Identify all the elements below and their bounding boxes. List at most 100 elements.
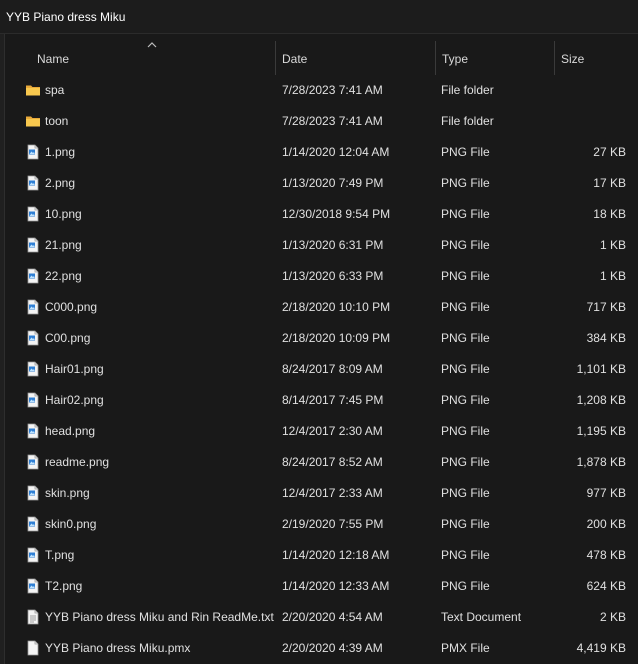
column-header-name[interactable]: Name <box>5 41 275 75</box>
column-header-size-label: Size <box>561 52 585 66</box>
folder-row[interactable]: spa 7/28/2023 7:41 AM File folder <box>0 75 638 106</box>
image-file-icon <box>25 361 41 377</box>
file-row[interactable]: skin.png 12/4/2017 2:33 AM PNG File 977 KB <box>0 478 638 509</box>
column-header-date-label: Date <box>282 52 308 66</box>
file-type: File folder <box>441 114 494 128</box>
file-size: 624 KB <box>586 579 626 593</box>
file-date-modified: 2/20/2020 4:39 AM <box>282 641 383 655</box>
column-header-name-label: Name <box>37 52 70 66</box>
file-date-modified: 1/14/2020 12:33 AM <box>282 579 390 593</box>
file-type: PNG File <box>441 300 490 314</box>
column-header-type-label: Type <box>442 52 469 66</box>
file-date-modified: 8/24/2017 8:09 AM <box>282 362 383 376</box>
file-type: PNG File <box>441 486 490 500</box>
column-header-date[interactable]: Date <box>275 41 435 75</box>
file-date-modified: 1/14/2020 12:18 AM <box>282 548 390 562</box>
file-date-modified: 8/14/2017 7:45 PM <box>282 393 384 407</box>
file-type: PNG File <box>441 455 490 469</box>
file-date-modified: 1/14/2020 12:04 AM <box>282 145 390 159</box>
column-header-size[interactable]: Size <box>554 41 638 75</box>
file-name: C00.png <box>45 331 91 345</box>
image-file-icon <box>25 206 41 222</box>
file-date-modified: 2/19/2020 7:55 PM <box>282 517 384 531</box>
folder-icon <box>25 113 41 129</box>
file-row[interactable]: C00.png 2/18/2020 10:09 PM PNG File 384 KB <box>0 323 638 354</box>
file-date-modified: 1/13/2020 6:31 PM <box>282 238 384 252</box>
folder-row[interactable]: toon 7/28/2023 7:41 AM File folder <box>0 106 638 137</box>
file-row[interactable]: YYB Piano dress Miku and Rin ReadMe.txt 2… <box>0 602 638 633</box>
image-file-icon <box>25 485 41 501</box>
file-row[interactable]: readme.png 8/24/2017 8:52 AM PNG File 1,878… <box>0 447 638 478</box>
file-row[interactable]: skin0.png 2/19/2020 7:55 PM PNG File 200 KB <box>0 509 638 540</box>
file-name: head.png <box>45 424 96 438</box>
file-row[interactable]: 21.png 1/13/2020 6:31 PM PNG File 1 KB <box>0 230 638 261</box>
file-name: T.png <box>45 548 75 562</box>
file-type: PNG File <box>441 393 490 407</box>
file-size: 1,208 KB <box>576 393 626 407</box>
file-size: 1 KB <box>599 269 626 283</box>
image-file-icon <box>25 175 41 191</box>
image-file-icon <box>25 299 41 315</box>
file-row[interactable]: C000.png 2/18/2020 10:10 PM PNG File 717 KB <box>0 292 638 323</box>
file-type: PNG File <box>441 207 490 221</box>
file-name: skin0.png <box>45 517 97 531</box>
file-row[interactable]: T.png 1/14/2020 12:18 AM PNG File 478 KB <box>0 540 638 571</box>
image-file-icon <box>25 578 41 594</box>
file-name: YYB Piano dress Miku and Rin ReadMe.txt <box>45 610 274 624</box>
column-header-type[interactable]: Type <box>435 41 554 75</box>
file-name: 2.png <box>45 176 76 190</box>
file-type: PNG File <box>441 145 490 159</box>
file-size: 18 KB <box>593 207 626 221</box>
file-row[interactable]: 10.png 12/30/2018 9:54 PM PNG File 18 KB <box>0 199 638 230</box>
file-name: 10.png <box>45 207 82 221</box>
title-bar: YYB Piano dress Miku <box>0 0 638 34</box>
file-date-modified: 12/4/2017 2:33 AM <box>282 486 383 500</box>
file-name: 21.png <box>45 238 82 252</box>
file-size: 1,195 KB <box>576 424 626 438</box>
file-name: skin.png <box>45 486 90 500</box>
file-name: C000.png <box>45 300 98 314</box>
file-type: PNG File <box>441 548 490 562</box>
file-type: PNG File <box>441 176 490 190</box>
file-type: PNG File <box>441 331 490 345</box>
file-name: YYB Piano dress Miku.pmx <box>45 641 191 655</box>
column-header-bar: Name Date Type Size <box>5 41 638 75</box>
file-date-modified: 2/20/2020 4:54 AM <box>282 610 383 624</box>
file-date-modified: 7/28/2023 7:41 AM <box>282 114 383 128</box>
file-size: 1 KB <box>599 238 626 252</box>
file-row[interactable]: Hair01.png 8/24/2017 8:09 AM PNG File 1,101… <box>0 354 638 385</box>
file-date-modified: 12/30/2018 9:54 PM <box>282 207 391 221</box>
sort-ascending-icon <box>147 42 157 48</box>
file-name: T2.png <box>45 579 83 593</box>
file-name: readme.png <box>45 455 110 469</box>
file-row[interactable]: 22.png 1/13/2020 6:33 PM PNG File 1 KB <box>0 261 638 292</box>
image-file-icon <box>25 547 41 563</box>
text-file-icon <box>25 609 41 625</box>
file-row[interactable]: head.png 12/4/2017 2:30 AM PNG File 1,195 K… <box>0 416 638 447</box>
file-row[interactable]: 1.png 1/14/2020 12:04 AM PNG File 27 KB <box>0 137 638 168</box>
file-row[interactable]: YYB Piano dress Miku.pmx 2/20/2020 4:39 A… <box>0 633 638 664</box>
file-date-modified: 1/13/2020 7:49 PM <box>282 176 384 190</box>
file-date-modified: 2/18/2020 10:09 PM <box>282 331 391 345</box>
file-row[interactable]: 2.png 1/13/2020 7:49 PM PNG File 17 KB <box>0 168 638 199</box>
file-type: PNG File <box>441 424 490 438</box>
file-row[interactable]: T2.png 1/14/2020 12:33 AM PNG File 624 KB <box>0 571 638 602</box>
file-size: 1,878 KB <box>576 455 626 469</box>
file-date-modified: 2/18/2020 10:10 PM <box>282 300 391 314</box>
file-size: 4,419 KB <box>576 641 626 655</box>
image-file-icon <box>25 237 41 253</box>
image-file-icon <box>25 268 41 284</box>
file-type: PNG File <box>441 362 490 376</box>
file-type: PNG File <box>441 238 490 252</box>
file-date-modified: 8/24/2017 8:52 AM <box>282 455 383 469</box>
file-type: PNG File <box>441 269 490 283</box>
image-file-icon <box>25 330 41 346</box>
file-type: File folder <box>441 83 494 97</box>
file-size: 977 KB <box>586 486 626 500</box>
file-row[interactable]: Hair02.png 8/14/2017 7:45 PM PNG File 1,208… <box>0 385 638 416</box>
file-type: PNG File <box>441 579 490 593</box>
image-file-icon <box>25 144 41 160</box>
file-type: Text Document <box>441 610 522 624</box>
file-size: 478 KB <box>586 548 626 562</box>
file-name: spa <box>45 83 65 97</box>
